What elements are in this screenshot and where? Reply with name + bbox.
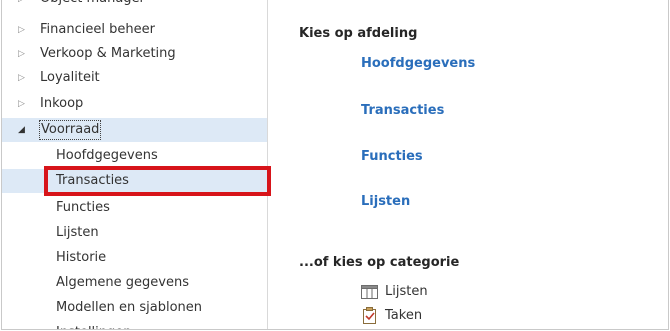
expand-arrow-icon[interactable]: ▷	[18, 0, 30, 11]
sidebar-item-label: Verkoop & Marketing	[40, 46, 176, 61]
link-transacties[interactable]: Transacties	[361, 103, 444, 118]
sidebar-item-label: Lijsten	[56, 225, 99, 240]
sidebar-item-label: Algemene gegevens	[56, 275, 189, 290]
sidebar-item-label: Loyaliteit	[40, 70, 100, 85]
sidebar-item-financieel-beheer[interactable]: ▷ Financieel beheer	[2, 18, 267, 42]
sidebar-item-verkoop-marketing[interactable]: ▷ Verkoop & Marketing	[2, 42, 267, 66]
sidebar-subitem-transacties[interactable]: Transacties	[2, 169, 267, 193]
expand-arrow-icon[interactable]: ▷	[18, 66, 30, 90]
clipboard-check-icon	[363, 307, 376, 324]
sidebar-subitem-modellen-en-sjablonen[interactable]: Modellen en sjablonen	[2, 296, 267, 320]
sidebar-subitem-hoofdgegevens[interactable]: Hoofdgegevens	[2, 144, 267, 168]
expand-arrow-icon[interactable]: ▷	[18, 18, 30, 42]
sidebar-item-label: Instellingen	[56, 321, 132, 329]
category-label: Taken	[385, 308, 423, 323]
sidebar-item-label: Historie	[56, 250, 107, 265]
sidebar-item-label: Transacties	[56, 173, 129, 188]
sidebar-item-label: Modellen en sjablonen	[56, 300, 203, 315]
sidebar-subitem-functies[interactable]: Functies	[2, 196, 267, 220]
category-label: Lijsten	[385, 284, 428, 299]
sidebar-item-loyaliteit[interactable]: ▷ Loyaliteit	[2, 66, 267, 90]
category-taken[interactable]: Taken	[361, 307, 422, 324]
sidebar-item-label: Object manager	[40, 0, 145, 11]
sidebar-subitem-algemene-gegevens[interactable]: Algemene gegevens	[2, 271, 267, 295]
link-hoofdgegevens[interactable]: Hoofdgegevens	[361, 56, 475, 71]
department-heading: Kies op afdeling	[299, 26, 418, 41]
sidebar-item-inkoop[interactable]: ▷ Inkoop	[2, 92, 267, 116]
category-heading: ...of kies op categorie	[299, 255, 460, 270]
collapse-arrow-icon[interactable]: ◢	[18, 118, 30, 142]
sidebar-navigation: ▷ Object manager ▷ Financieel beheer ▷ V…	[2, 0, 268, 329]
category-lijsten[interactable]: Lijsten	[361, 284, 428, 299]
sidebar-subitem-lijsten[interactable]: Lijsten	[2, 221, 267, 245]
sidebar-item-label: Financieel beheer	[40, 22, 155, 37]
sidebar-item-label: Functies	[56, 200, 110, 215]
main-panel: Kies op afdeling Hoofdgegevens Transacti…	[269, 0, 668, 329]
expand-arrow-icon[interactable]: ▷	[18, 92, 30, 116]
sidebar-item-label: Hoofdgegevens	[56, 148, 158, 163]
expand-arrow-icon[interactable]: ▷	[18, 42, 30, 66]
link-lijsten[interactable]: Lijsten	[361, 194, 410, 209]
sidebar-item-label: Voorraad	[38, 120, 102, 140]
sidebar-subitem-instellingen[interactable]: Instellingen	[2, 321, 267, 329]
sidebar-item-voorraad[interactable]: ◢ Voorraad	[2, 118, 267, 142]
sidebar-subitem-historie[interactable]: Historie	[2, 246, 267, 270]
table-icon	[361, 284, 378, 299]
sidebar-item-label: Inkoop	[40, 96, 84, 111]
window-frame: ▷ Object manager ▷ Financieel beheer ▷ V…	[1, 0, 669, 330]
link-functies[interactable]: Functies	[361, 149, 423, 164]
